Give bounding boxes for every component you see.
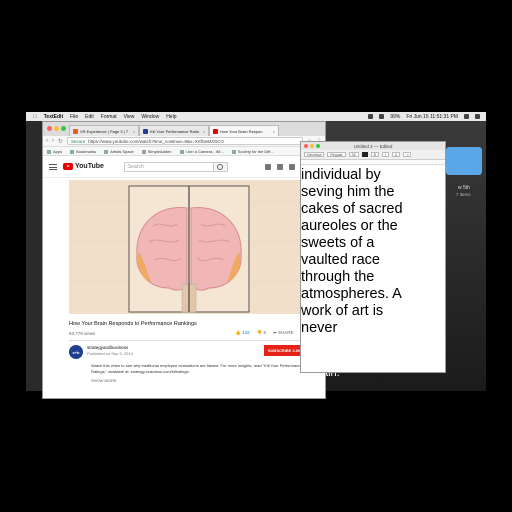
menu-edit[interactable]: Edit <box>85 114 94 120</box>
folder-item-count: 7 items <box>456 192 471 197</box>
tab-youtube-brain[interactable]: How Your Brain Respon × <box>209 125 279 136</box>
channel-avatar[interactable]: s+b <box>69 345 83 359</box>
menu-bar:  TextEdit File Edit Format View Window … <box>26 112 486 121</box>
menu-file[interactable]: File <box>70 114 78 120</box>
like-count: 142 <box>242 330 250 335</box>
font-style-select[interactable]: Regular <box>327 152 346 157</box>
bookmark-i-am-a-camera[interactable]: I Am a Camera - Wi... <box>180 149 224 154</box>
bookmark-artists-space[interactable]: Artists Space <box>104 149 134 154</box>
zoom-window-button[interactable] <box>316 143 320 148</box>
url-text: https://www.youtube.com/watch?time_conti… <box>88 138 224 144</box>
dislike-button[interactable]: 👎 6 <box>257 330 266 336</box>
menu-format[interactable]: Format <box>101 114 117 120</box>
format-toolbar: Helvetica Regular 36 B I U ≡ <box>301 150 445 160</box>
tab-close-icon[interactable]: × <box>203 129 205 134</box>
spotlight-icon[interactable] <box>464 114 469 119</box>
close-window-button[interactable] <box>47 126 52 131</box>
forward-icon[interactable]: › <box>52 138 54 144</box>
search-input[interactable]: Search <box>123 161 214 172</box>
view-count: 63,779 views <box>69 330 96 336</box>
tab-favicon-icon <box>213 128 218 134</box>
text-color-swatch[interactable] <box>361 152 368 157</box>
window-controls <box>47 126 66 131</box>
youtube-header: YouTube Search <box>43 156 325 178</box>
tab-favicon-icon <box>143 128 148 134</box>
publish-date: Published on Sep 5, 2014 <box>87 351 133 356</box>
minimize-window-button[interactable] <box>54 126 59 131</box>
textedit-window: Untitled 2 — Edited Helvetica Regular 36… <box>300 141 446 373</box>
tab-label: VR Experience | Page 3 | T <box>80 128 129 134</box>
bookmark-simpleadden[interactable]: SimpleAdden <box>142 149 172 154</box>
divider <box>69 340 305 341</box>
apple-icon[interactable]:  <box>33 114 37 120</box>
tab-vr-experience[interactable]: VR Experience | Page 3 | T × <box>69 125 139 136</box>
bookmark-apps[interactable]: Apps <box>47 149 62 154</box>
notification-center-icon[interactable] <box>475 114 480 119</box>
show-more-button[interactable]: SHOW MORE <box>91 378 325 383</box>
address-bar: ‹ › ↻ Secure https://www.youtube.com/wat… <box>43 136 325 147</box>
tab-favicon-icon <box>73 128 78 134</box>
close-window-button[interactable] <box>304 143 308 148</box>
reload-icon[interactable]: ↻ <box>58 138 63 145</box>
clock[interactable]: Fri Jun 15 11:51:31 PM <box>406 114 458 120</box>
font-size-select[interactable]: 36 <box>348 152 359 157</box>
back-icon[interactable]: ‹ <box>46 138 48 144</box>
bold-button[interactable]: B <box>370 152 379 157</box>
youtube-logo[interactable]: YouTube <box>63 163 104 170</box>
menu-window[interactable]: Window <box>141 114 159 120</box>
share-label: SHARE <box>277 330 294 335</box>
tab-close-icon[interactable]: × <box>273 129 275 134</box>
share-button[interactable]: ➦ SHARE <box>273 330 294 336</box>
dislike-count: 6 <box>263 330 266 335</box>
bookmark-bookmarks[interactable]: Bookmarks <box>70 149 96 154</box>
video-title: How Your Brain Responds to Performance R… <box>69 321 197 327</box>
search-icon[interactable] <box>213 161 228 172</box>
font-family-select[interactable]: Helvetica <box>304 152 325 157</box>
bookmarks-bar: Apps Bookmarks Artists Space SimpleAdden… <box>43 147 325 156</box>
minimize-window-button[interactable] <box>310 143 314 148</box>
channel-row: s+b strategyandbusiness Published on Sep… <box>69 345 305 359</box>
underline-button[interactable]: U <box>391 152 401 157</box>
subscribe-button[interactable]: SUBSCRIBE 3.6K <box>263 345 305 356</box>
tab-bar: VR Experience | Page 3 | T × Kill Your P… <box>43 122 325 136</box>
video-meta: 63,779 views 👍 142 👎 6 ➦ SHARE ··· <box>69 330 305 336</box>
window-controls <box>304 143 320 148</box>
menu-app-name[interactable]: TextEdit <box>44 114 63 120</box>
tab-kill-performance-ratings[interactable]: Kill Your Performance Ratin × <box>139 125 209 136</box>
menu-view[interactable]: View <box>124 114 135 120</box>
volume-icon[interactable] <box>379 114 385 119</box>
tab-label: Kill Your Performance Ratin <box>150 128 199 134</box>
menu-help[interactable]: Help <box>166 114 176 120</box>
battery-percent[interactable]: 99% <box>390 114 400 120</box>
youtube-play-icon <box>63 163 73 170</box>
tab-label: How Your Brain Respon <box>220 128 263 134</box>
folder-icon[interactable] <box>446 147 482 175</box>
apps-grid-icon[interactable] <box>277 163 283 170</box>
messages-icon[interactable] <box>289 163 295 170</box>
browser-window: VR Experience | Page 3 | T × Kill Your P… <box>42 121 326 399</box>
tab-close-icon[interactable]: × <box>133 129 135 134</box>
italic-button[interactable]: I <box>381 152 389 157</box>
upload-icon[interactable] <box>265 163 271 170</box>
url-field[interactable]: Secure https://www.youtube.com/watch?tim… <box>67 137 303 145</box>
secure-label: Secure <box>71 138 86 144</box>
channel-info: strategyandbusiness Published on Sep 5, … <box>87 345 133 356</box>
textedit-titlebar: Untitled 2 — Edited <box>301 142 445 150</box>
hamburger-menu-icon[interactable] <box>49 163 57 170</box>
bookmark-society[interactable]: Society for the Diff... <box>232 149 274 154</box>
brain-illustration <box>69 180 305 314</box>
wifi-icon[interactable] <box>368 114 374 119</box>
like-button[interactable]: 👍 142 <box>235 330 249 336</box>
channel-name[interactable]: strategyandbusiness <box>87 345 133 350</box>
align-left-icon[interactable]: ≡ <box>403 152 412 157</box>
document-text[interactable]: individual by seving him the cakes of sa… <box>301 165 445 337</box>
video-player[interactable] <box>69 180 305 314</box>
document-title: Untitled 2 — Edited <box>353 143 393 149</box>
video-description: Watch this video to see why traditional … <box>91 363 303 374</box>
zoom-window-button[interactable] <box>61 126 66 131</box>
folder-label: w 5th <box>458 185 470 191</box>
youtube-logo-text: YouTube <box>75 163 104 170</box>
